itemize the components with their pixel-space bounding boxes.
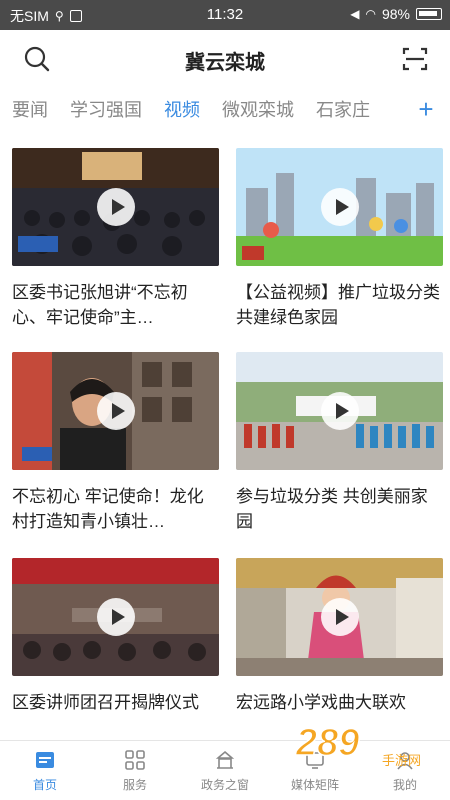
video-thumbnail[interactable]: [236, 352, 443, 470]
nav-label: 服务: [122, 778, 147, 792]
video-title[interactable]: 宏远路小学戏曲大联欢: [236, 690, 443, 715]
video-thumbnail[interactable]: [12, 558, 219, 676]
status-right: ◀ ◠ 98%: [350, 6, 442, 22]
video-card[interactable]: 参与垃圾分类 共创美丽家园: [236, 352, 443, 534]
nav-label: 我的: [392, 778, 417, 792]
app-header: 冀云栾城: [0, 30, 450, 86]
tab-video[interactable]: 视频: [164, 96, 200, 122]
video-title[interactable]: 参与垃圾分类 共创美丽家园: [236, 484, 443, 534]
watermark-subtext: 手游网: [382, 754, 421, 769]
tab-micro-luancheng[interactable]: 微观栾城: [222, 96, 294, 122]
nav-services[interactable]: 服务: [90, 741, 180, 800]
play-icon[interactable]: [320, 188, 359, 226]
nav-label: 首页: [32, 778, 57, 792]
wifi-icon: ◠: [365, 7, 376, 21]
nav-home[interactable]: 首页: [0, 741, 90, 800]
nav-label: 政务之窗: [200, 778, 249, 792]
nav-government[interactable]: 政务之窗: [180, 741, 270, 800]
government-icon: [215, 750, 235, 769]
play-icon[interactable]: [96, 188, 135, 226]
tabs-fade: [370, 86, 410, 132]
scan-icon: [402, 47, 428, 71]
video-card[interactable]: 区委书记张旭讲“不忘初心、牢记使命”主…: [12, 148, 219, 330]
video-card[interactable]: 不忘初心 牢记使命！龙化村打造知青小镇壮…: [12, 352, 219, 534]
play-icon[interactable]: [96, 392, 135, 430]
video-title[interactable]: 【公益视频】推广垃圾分类 共建绿色家园: [236, 280, 443, 330]
site-watermark-logo: 289 手游网: [292, 715, 442, 775]
grid-icon: [125, 750, 145, 770]
tab-news[interactable]: 要闻: [12, 96, 48, 122]
video-title[interactable]: 区委书记张旭讲“不忘初心、牢记使命”主…: [12, 280, 219, 330]
video-thumbnail[interactable]: [236, 558, 443, 676]
watermark-logo-icon: 289 手游网: [294, 721, 421, 769]
video-thumbnail[interactable]: [236, 148, 443, 266]
tab-shijiazhuang[interactable]: 石家庄: [316, 96, 370, 122]
mute-icon: ◀: [350, 7, 360, 21]
add-channel-button[interactable]: +: [414, 94, 438, 124]
video-title[interactable]: 区委讲师团召开揭牌仪式: [12, 690, 219, 715]
tab-xuexi[interactable]: 学习强国: [70, 96, 142, 122]
play-icon[interactable]: [96, 598, 135, 636]
play-icon[interactable]: [320, 598, 359, 636]
video-thumbnail[interactable]: [12, 148, 219, 266]
video-card[interactable]: 宏远路小学戏曲大联欢: [236, 558, 443, 715]
video-thumbnail[interactable]: [12, 352, 219, 470]
page-title: 冀云栾城: [185, 52, 265, 74]
nav-label: 媒体矩阵: [290, 778, 339, 792]
status-bar: 无SIM ⚲ 11:32 ◀ ◠ 98%: [0, 0, 450, 30]
watermark-number: 289: [295, 722, 359, 764]
video-card[interactable]: 【公益视频】推广垃圾分类 共建绿色家园: [236, 148, 443, 330]
play-icon[interactable]: [320, 392, 359, 430]
video-card[interactable]: 区委讲师团召开揭牌仪式: [12, 558, 219, 715]
battery-percent: 98%: [381, 6, 410, 22]
home-icon: [36, 752, 54, 768]
video-title[interactable]: 不忘初心 牢记使命！龙化村打造知青小镇壮…: [12, 484, 219, 534]
channel-tabs: 要闻 学习强国 视频 微观栾城 石家庄 +: [0, 86, 450, 132]
scan-button[interactable]: [400, 44, 430, 74]
battery-icon: [416, 8, 442, 20]
